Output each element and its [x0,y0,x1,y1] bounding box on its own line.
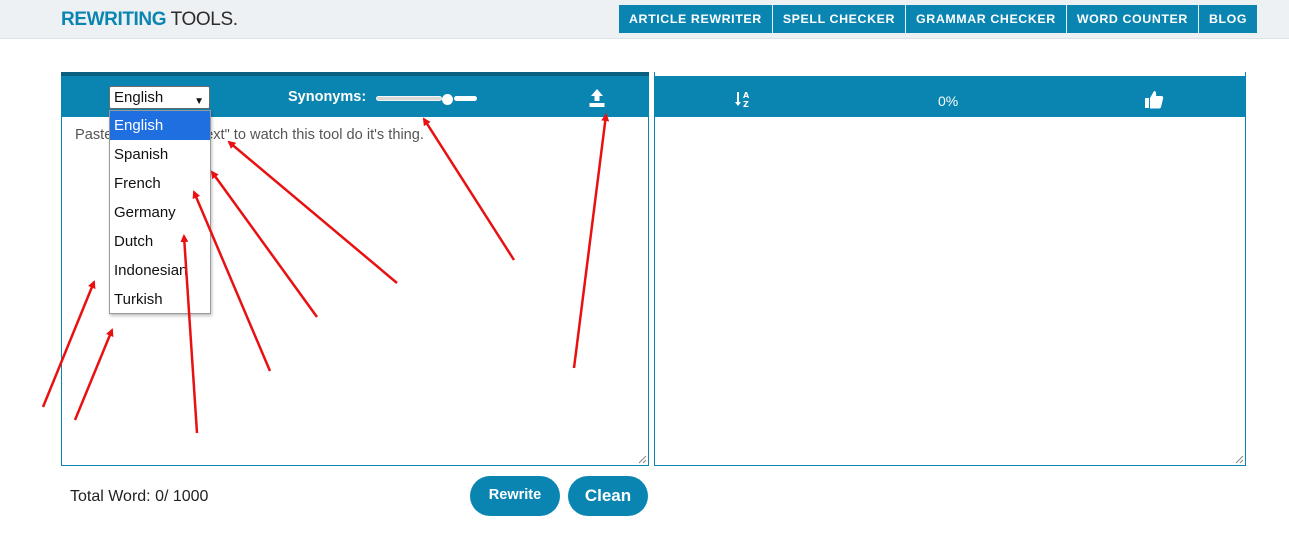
language-option-french[interactable]: French [110,169,210,198]
language-option-spanish[interactable]: Spanish [110,140,210,169]
language-dropdown-list: English Spanish French Germany Dutch Ind… [109,110,211,314]
nav-spell-checker[interactable]: SPELL CHECKER [773,5,907,33]
svg-text:A: A [743,91,750,100]
language-select[interactable]: English ▼ [109,86,210,109]
output-toolbar: A Z 0% [654,76,1246,117]
main-nav: ARTICLE REWRITER SPELL CHECKER GRAMMAR C… [619,5,1258,33]
page: REWRITING TOOLS. ARTICLE REWRITER SPELL … [0,0,1289,538]
slider-thumb[interactable] [442,94,453,105]
language-option-germany[interactable]: Germany [110,198,210,227]
upload-icon[interactable] [588,87,606,109]
synonyms-slider[interactable] [376,94,477,105]
nav-word-counter[interactable]: WORD COUNTER [1067,5,1199,33]
site-header: REWRITING TOOLS. ARTICLE REWRITER SPELL … [0,0,1289,39]
output-panel: A Z 0% [654,72,1246,466]
language-option-dutch[interactable]: Dutch [110,227,210,256]
slider-track [376,96,442,101]
synonyms-label: Synonyms: [288,89,367,105]
logo-bold-text: REWRITING [61,9,167,30]
resize-grip-icon[interactable] [1235,455,1244,464]
rewrite-button[interactable]: Rewrite [470,476,560,516]
resize-grip-icon[interactable] [638,455,647,464]
chevron-down-icon: ▼ [194,96,204,107]
language-option-indonesian[interactable]: Indonesian [110,256,210,285]
sort-az-icon[interactable]: A Z [734,89,752,111]
logo-thin-text: TOOLS. [166,9,238,30]
nav-blog[interactable]: BLOG [1199,5,1257,33]
nav-grammar-checker[interactable]: GRAMMAR CHECKER [906,5,1067,33]
language-select-value: English [114,89,164,106]
total-word-count: Total Word: 0/ 1000 [70,488,209,505]
svg-text:Z: Z [743,100,749,109]
nav-article-rewriter[interactable]: ARTICLE REWRITER [619,5,773,33]
clean-button[interactable]: Clean [568,476,648,516]
language-option-turkish[interactable]: Turkish [110,285,210,314]
site-logo[interactable]: REWRITING TOOLS. [61,9,238,31]
similarity-percent: 0% [938,93,959,109]
language-option-english[interactable]: English [110,111,210,140]
thumbs-up-icon[interactable] [1144,89,1164,111]
slider-fill [454,96,477,101]
